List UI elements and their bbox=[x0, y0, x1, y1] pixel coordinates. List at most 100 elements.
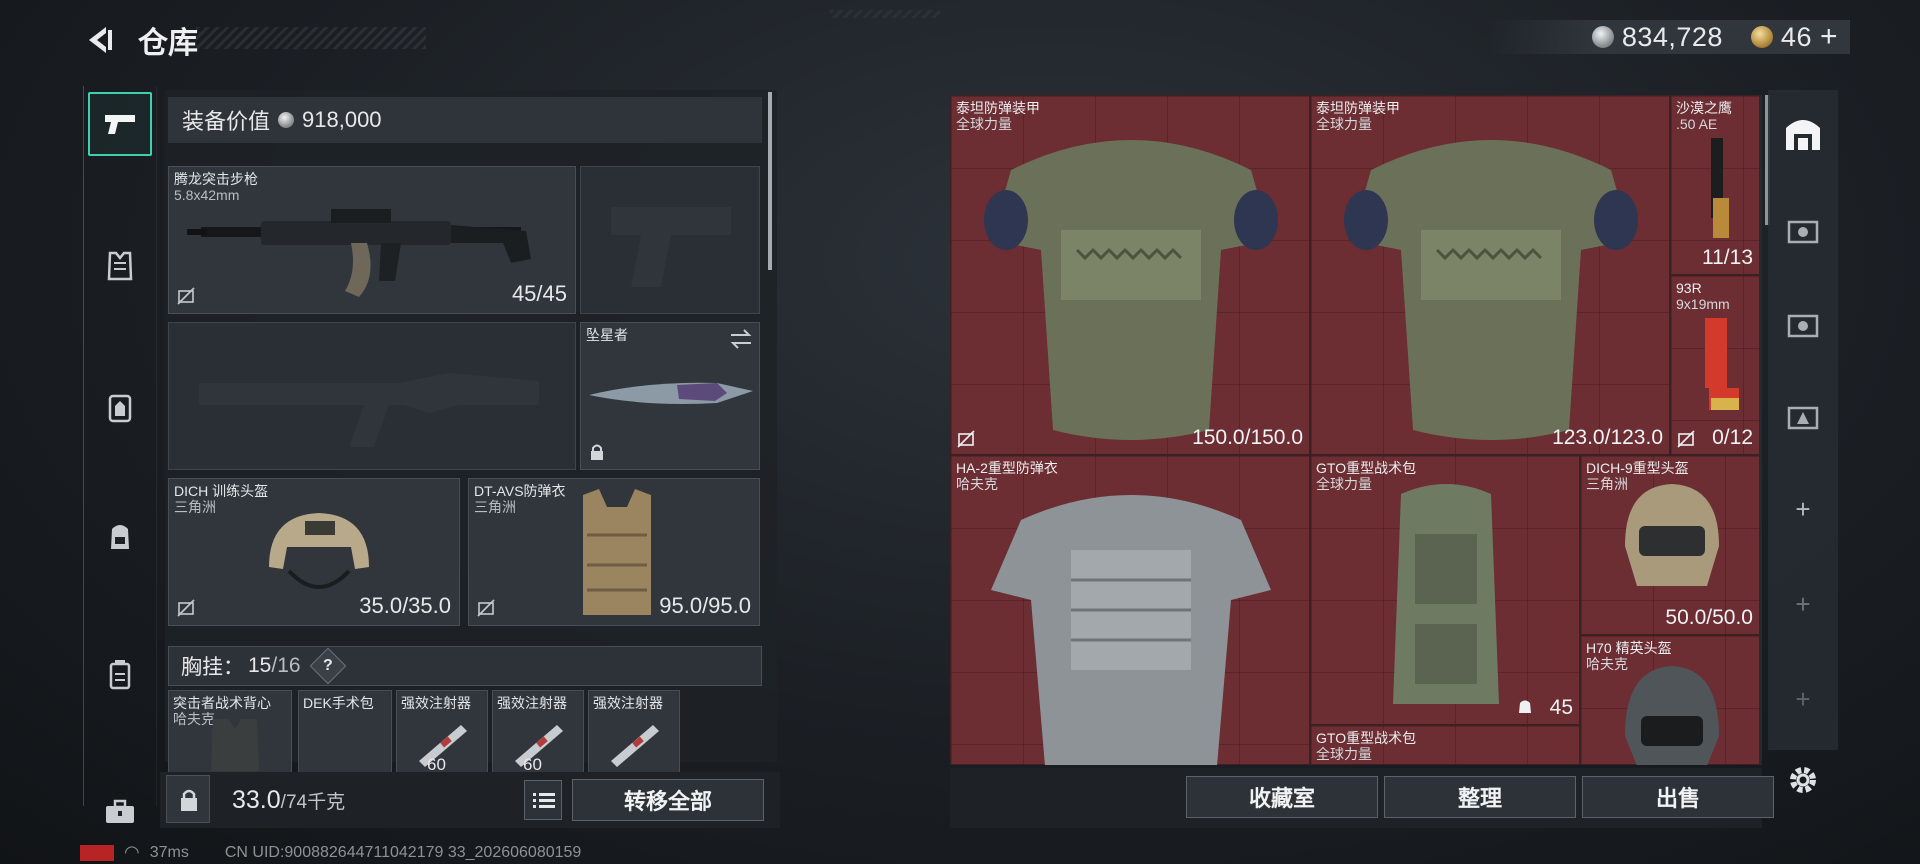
stash-tab-all[interactable] bbox=[1774, 104, 1832, 162]
armor-slot[interactable]: DT-AVS防弹衣 三角洲 95.0/95.0 bbox=[468, 478, 760, 626]
helmet-image bbox=[269, 513, 369, 589]
stash-tab-4[interactable] bbox=[1774, 200, 1832, 258]
stash-item[interactable]: HA-2重型防弹衣 哈夫克 bbox=[950, 455, 1310, 765]
collection-room-button[interactable]: 收藏室 bbox=[1186, 776, 1378, 818]
pistol-image bbox=[1705, 318, 1739, 410]
stash-item[interactable]: GTO重型战术包 全球力量 45 bbox=[1310, 455, 1580, 725]
stash-item[interactable]: GTO重型战术包 全球力量 bbox=[1310, 725, 1580, 765]
rig-item[interactable]: DEK手术包 bbox=[298, 690, 392, 774]
wifi-icon: ◠ bbox=[124, 842, 140, 862]
rig-item[interactable]: 强效注射器 bbox=[588, 690, 680, 774]
rig-item[interactable]: 强效注射器 60 bbox=[492, 690, 584, 774]
lock-icon bbox=[591, 444, 603, 460]
swap-icon[interactable] bbox=[729, 329, 753, 349]
list-view-button[interactable] bbox=[524, 780, 562, 820]
toolbox-icon bbox=[106, 799, 134, 823]
nav-armor[interactable] bbox=[88, 234, 152, 298]
back-arrow-icon[interactable] bbox=[82, 22, 118, 58]
equipment-value-label: 装备价值 bbox=[182, 109, 271, 134]
sort-button[interactable]: 整理 bbox=[1384, 776, 1576, 818]
nav-backpack[interactable] bbox=[88, 504, 152, 568]
help-button[interactable]: ? bbox=[309, 647, 346, 685]
item-caliber: 9x19mm bbox=[1676, 296, 1730, 312]
item-durability: 95.0/95.0 bbox=[659, 593, 751, 618]
chest-rig-used: 15 bbox=[248, 654, 272, 677]
pistol-image bbox=[1711, 138, 1729, 238]
nav-chest-rig[interactable] bbox=[88, 376, 152, 440]
item-capacity: 45 bbox=[1549, 696, 1573, 719]
assault-rifle-image bbox=[187, 209, 531, 297]
tactical-vest-image bbox=[211, 719, 259, 771]
rig-item[interactable]: 突击者战术背心 哈夫克 bbox=[168, 690, 292, 774]
stash-grid: 泰坦防弹装甲 全球力量 150.0/150.0 泰坦防弹装甲 全球力量 123.… bbox=[950, 95, 1762, 765]
capacity-icon bbox=[1519, 700, 1531, 713]
secondary-weapon-slot[interactable] bbox=[580, 166, 760, 314]
transfer-all-button[interactable]: 转移全部 bbox=[572, 779, 764, 821]
chest-rig-header: 胸挂： 15 /16 ? bbox=[168, 646, 762, 686]
item-name: DICH 训练头盔 bbox=[174, 483, 269, 499]
armor-vest-icon bbox=[107, 251, 133, 281]
list-icon bbox=[533, 793, 555, 808]
item-brand: 全球力量 bbox=[1316, 746, 1372, 762]
chest-rig-icon bbox=[108, 394, 132, 423]
heavy-armor-image bbox=[991, 495, 1271, 765]
stash-item[interactable]: 93R 9x19mm 0/12 bbox=[1670, 275, 1760, 455]
loadout-scrollbar[interactable] bbox=[768, 92, 772, 270]
pistol-silhouette bbox=[611, 207, 731, 287]
nav-toolbox[interactable] bbox=[88, 780, 152, 844]
primary-weapon-slot-2[interactable] bbox=[168, 322, 576, 470]
item-name: 突击者战术背心 bbox=[173, 695, 271, 711]
item-caliber: .50 AE bbox=[1676, 116, 1718, 132]
item-name: 强效注射器 bbox=[497, 695, 567, 711]
stash-box-icon bbox=[1787, 220, 1819, 244]
ammo-count: 0/12 bbox=[1712, 426, 1753, 449]
stash-item[interactable]: H70 精英头盔 哈夫克 bbox=[1580, 635, 1760, 765]
weight-max: /74千克 bbox=[280, 792, 346, 813]
header-stripe-decoration bbox=[196, 27, 426, 49]
sell-button[interactable]: 出售 bbox=[1582, 776, 1774, 818]
gear-icon bbox=[1790, 767, 1816, 793]
primary-weapon-slot[interactable]: 腾龙突击步枪 5.8x42mm 45/45 bbox=[168, 166, 576, 314]
item-brand: 三角洲 bbox=[474, 499, 516, 515]
knife-image bbox=[589, 382, 753, 404]
add-stash-tab-button[interactable]: + bbox=[1774, 575, 1832, 633]
gold-amount: 46 bbox=[1780, 21, 1812, 52]
lock-toggle-button[interactable] bbox=[166, 775, 210, 823]
no-insurance-icon bbox=[477, 599, 495, 617]
helmet-image bbox=[1625, 484, 1719, 586]
helmet-slot[interactable]: DICH 训练头盔 三角洲 35.0/35.0 bbox=[168, 478, 460, 626]
stash-box-icon bbox=[1787, 406, 1819, 430]
item-name: 坠星者 bbox=[586, 327, 628, 343]
rig-item[interactable]: 强效注射器 60 bbox=[396, 690, 488, 774]
stash-tab-nav: + + + bbox=[1768, 90, 1838, 750]
chest-rig-total: /16 bbox=[271, 654, 301, 677]
stash-item[interactable]: DICH-9重型头盔 三角洲 50.0/50.0 bbox=[1580, 455, 1760, 635]
stash-item[interactable]: 泰坦防弹装甲 全球力量 123.0/123.0 bbox=[1310, 95, 1670, 455]
weight-current: 33.0 bbox=[232, 786, 281, 814]
stash-item[interactable]: 沙漠之鹰 .50 AE 11/13 bbox=[1670, 95, 1760, 275]
stash-tab-4b[interactable] bbox=[1774, 294, 1832, 352]
top-decoration bbox=[830, 10, 940, 18]
lock-icon bbox=[181, 789, 197, 811]
settings-button[interactable] bbox=[1785, 762, 1821, 798]
item-brand: 三角洲 bbox=[174, 499, 216, 515]
add-currency-button[interactable]: + bbox=[1820, 20, 1838, 54]
uid-text: CN UID:900882644711042179 33_20260608015… bbox=[224, 843, 582, 861]
melee-slot[interactable]: 坠星者 bbox=[580, 322, 760, 470]
add-stash-tab-button[interactable]: + bbox=[1774, 670, 1832, 728]
equipment-category-nav bbox=[83, 86, 157, 823]
item-durability: 150.0/150.0 bbox=[1192, 426, 1303, 449]
stash-item[interactable]: 泰坦防弹装甲 全球力量 150.0/150.0 bbox=[950, 95, 1310, 455]
backpack-icon bbox=[111, 525, 129, 549]
page-title: 仓库 bbox=[138, 27, 198, 60]
stash-tab-3[interactable] bbox=[1774, 386, 1832, 444]
backpack-image bbox=[1393, 484, 1499, 704]
item-name: 强效注射器 bbox=[401, 695, 471, 711]
nav-weapons[interactable] bbox=[88, 92, 152, 156]
ammo-count: 11/13 bbox=[1702, 246, 1753, 269]
nav-pouch[interactable] bbox=[88, 642, 152, 706]
item-brand: 全球力量 bbox=[1316, 476, 1372, 492]
item-name: DICH-9重型头盔 bbox=[1586, 460, 1689, 476]
battery-icon bbox=[80, 844, 114, 861]
add-stash-tab-button[interactable]: + bbox=[1774, 480, 1832, 538]
